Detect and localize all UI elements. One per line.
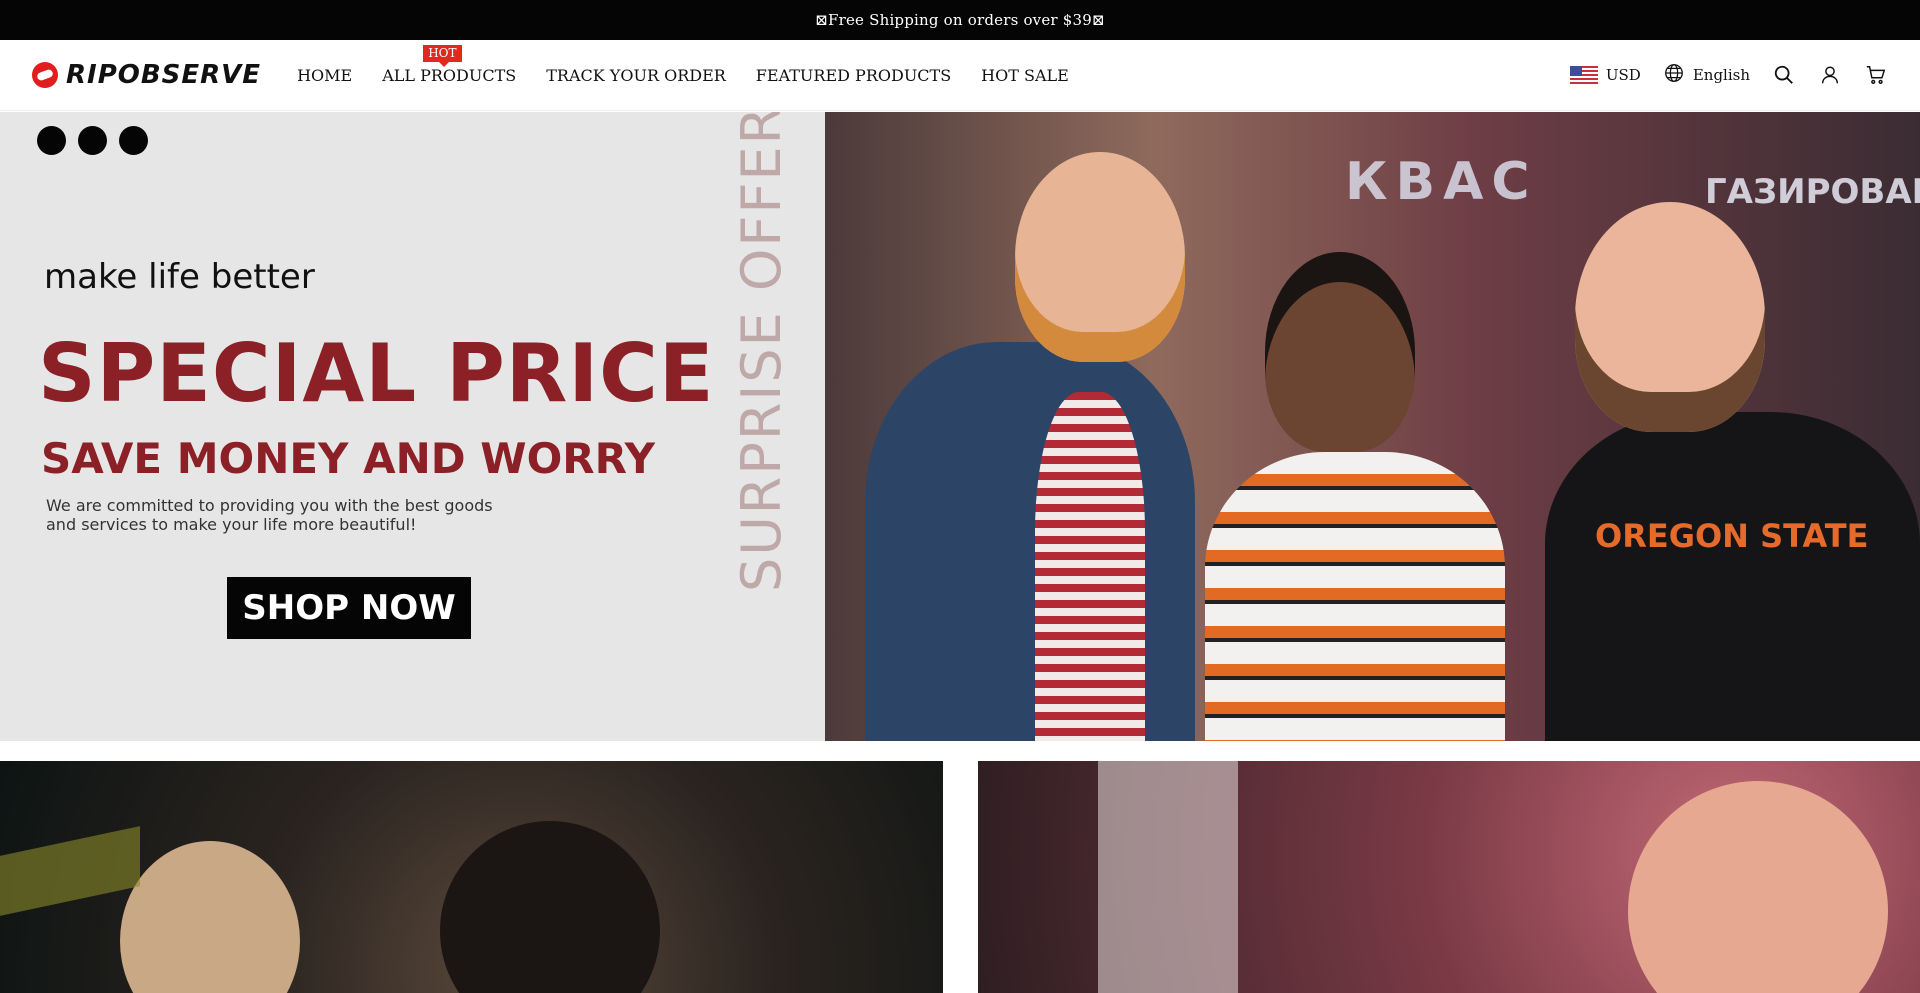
- tile-right-figure: [1628, 781, 1888, 993]
- nav-featured-products[interactable]: FEATURED PRODUCTS: [756, 66, 951, 85]
- category-tile-right[interactable]: [978, 761, 1920, 993]
- tile-left-figure: [440, 821, 660, 993]
- person-right-body: [1545, 412, 1920, 741]
- hot-badge: HOT: [423, 44, 462, 67]
- slider-dot[interactable]: [78, 126, 107, 155]
- nav-home[interactable]: HOME: [297, 66, 352, 85]
- person-middle-head: [1265, 252, 1415, 452]
- category-tile-left[interactable]: [0, 761, 943, 993]
- language-selector[interactable]: English: [1663, 62, 1750, 88]
- hero-photo: КВАС ГАЗИРОВАННАЯ OREGON STATE: [825, 112, 1920, 741]
- account-icon[interactable]: [1818, 63, 1842, 87]
- announcement-text: ⊠Free Shipping on orders over $39⊠: [815, 11, 1105, 29]
- photo-sign-kvas: КВАС: [1345, 152, 1538, 212]
- search-icon[interactable]: [1772, 63, 1796, 87]
- language-label: English: [1692, 66, 1750, 84]
- shirt-text: OREGON STATE: [1595, 517, 1869, 555]
- nav-all-products-label: ALL PRODUCTS: [382, 65, 517, 85]
- currency-selector[interactable]: USD: [1569, 65, 1641, 85]
- main-nav: HOME HOT ALL PRODUCTS TRACK YOUR ORDER F…: [297, 44, 1069, 85]
- hero-tagline: make life better: [44, 257, 315, 297]
- logo[interactable]: RIPOBSERVE: [32, 60, 261, 90]
- logo-mark-icon: [32, 62, 58, 88]
- person-right-head: [1575, 202, 1765, 432]
- category-tiles: [0, 761, 1920, 993]
- tile-right-curtain: [1098, 761, 1238, 993]
- slider-dot[interactable]: [37, 126, 66, 155]
- site-header: RIPOBSERVE HOME HOT ALL PRODUCTS TRACK Y…: [0, 40, 1920, 111]
- hero-subtitle: SAVE MONEY AND WORRY: [41, 434, 656, 483]
- surprise-offer-text: SURPRISE OFFER: [730, 112, 793, 592]
- tile-left-figure: [120, 841, 300, 993]
- globe-icon: [1663, 62, 1685, 88]
- slider-dot[interactable]: [119, 126, 148, 155]
- shop-now-button[interactable]: SHOP NOW: [227, 577, 471, 639]
- hero-banner: make life better SPECIAL PRICE SAVE MONE…: [0, 112, 1920, 741]
- tile-left-light: [0, 826, 140, 916]
- person-left-head: [1015, 152, 1185, 362]
- striped-shirt: [1035, 392, 1145, 741]
- cart-icon[interactable]: [1864, 63, 1888, 87]
- nav-track-order[interactable]: TRACK YOUR ORDER: [546, 66, 726, 85]
- logo-text: RIPOBSERVE: [66, 60, 262, 90]
- slider-dots: [37, 126, 148, 155]
- nav-hot-sale[interactable]: HOT SALE: [981, 66, 1069, 85]
- nav-all-products[interactable]: HOT ALL PRODUCTS: [382, 44, 517, 85]
- announcement-bar: ⊠Free Shipping on orders over $39⊠: [0, 0, 1920, 40]
- header-actions: USD English: [1569, 62, 1888, 88]
- person-middle-body: [1205, 452, 1505, 741]
- hero-description: We are committed to providing you with t…: [46, 496, 493, 534]
- person-left-body: [865, 342, 1195, 741]
- currency-label: USD: [1605, 66, 1641, 84]
- us-flag-icon: [1569, 65, 1598, 85]
- hero-promo-panel: make life better SPECIAL PRICE SAVE MONE…: [0, 112, 825, 741]
- photo-sign-gaz: ГАЗИРОВАННАЯ: [1705, 172, 1920, 212]
- hero-title: SPECIAL PRICE: [38, 327, 715, 420]
